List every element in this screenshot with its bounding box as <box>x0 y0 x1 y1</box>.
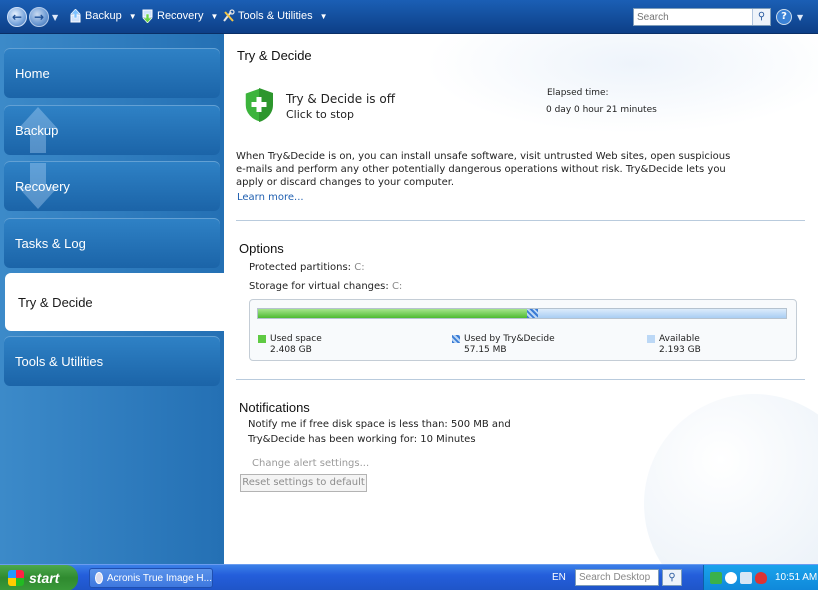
chevron-down-icon: ▼ <box>128 11 137 21</box>
start-label: start <box>29 570 60 586</box>
sidebar-item-backup[interactable]: Backup <box>4 105 220 155</box>
clock[interactable]: 10:51 AM <box>775 572 817 583</box>
search-input[interactable] <box>634 9 752 25</box>
taskbar: start Acronis True Image H... EN Search … <box>0 564 818 590</box>
top-toolbar: ← → ▼ Backup ▼ Recovery ▼ Tools & Utilit… <box>0 0 818 34</box>
notification-time-threshold: Try&Decide has been working for: 10 Minu… <box>248 434 476 445</box>
learn-more-link[interactable]: Learn more... <box>237 192 304 203</box>
chevron-down-icon: ▼ <box>210 11 219 21</box>
notification-disk-threshold: Notify me if free disk space is less tha… <box>248 419 511 430</box>
used-space-segment <box>258 309 527 318</box>
sidebar-item-label: Tasks & Log <box>15 235 86 251</box>
start-button[interactable]: start <box>0 565 78 590</box>
backup-icon <box>70 9 81 23</box>
elapsed-time-label: Elapsed time: <box>547 88 609 98</box>
chevron-down-icon: ▼ <box>319 11 328 21</box>
sidebar-item-tasks-log[interactable]: Tasks & Log <box>4 218 220 268</box>
disk-usage-bar <box>257 308 787 319</box>
forward-button[interactable]: → <box>29 7 49 27</box>
main-panel: Try & Decide Try & Decide is off Click t… <box>224 34 818 564</box>
windows-logo-icon <box>8 570 24 586</box>
legend-swatch <box>647 335 655 343</box>
taskbar-app-label: Acronis True Image H... <box>106 572 212 584</box>
search-icon[interactable]: ⚲ <box>752 9 770 25</box>
sidebar-item-home[interactable]: Home <box>4 48 220 98</box>
tray-app-icon[interactable] <box>710 572 722 584</box>
search-box: ⚲ <box>633 8 771 26</box>
back-button[interactable]: ← <box>7 7 27 27</box>
change-alert-settings-link[interactable]: Change alert settings... <box>252 458 369 469</box>
elapsed-time-value: 0 day 0 hour 21 minutes <box>546 105 657 115</box>
desktop-search-input[interactable]: Search Desktop <box>575 569 659 586</box>
sidebar-item-try-decide[interactable]: Try & Decide <box>5 273 224 331</box>
legend-swatch <box>452 335 460 343</box>
tray-display-icon[interactable] <box>740 572 752 584</box>
taskbar-app-button[interactable]: Acronis True Image H... <box>89 568 213 588</box>
sidebar-item-recovery[interactable]: Recovery <box>4 161 220 211</box>
legend-label: Used space <box>270 334 322 344</box>
shield-icon[interactable] <box>243 87 275 123</box>
recovery-menu[interactable]: Recovery ▼ <box>141 9 218 23</box>
backup-menu[interactable]: Backup ▼ <box>69 9 137 23</box>
tools-icon <box>223 9 235 22</box>
tools-menu[interactable]: Tools & Utilities ▼ <box>222 9 328 23</box>
help-icon[interactable]: ? <box>776 9 792 25</box>
protected-partitions-label: Protected partitions: <box>249 262 352 273</box>
sidebar-item-label: Recovery <box>15 178 70 194</box>
sidebar-item-label: Home <box>15 65 50 81</box>
protected-partitions-value[interactable]: C: <box>354 262 364 273</box>
storage-label: Storage for virtual changes: <box>249 281 389 292</box>
language-indicator[interactable]: EN <box>552 572 566 583</box>
try-decide-segment <box>527 309 538 318</box>
tray-security-shield-icon[interactable] <box>755 572 767 584</box>
tools-menu-label: Tools & Utilities <box>238 10 313 22</box>
acronis-app-icon <box>95 572 103 584</box>
background-decoration <box>424 34 818 134</box>
section-divider <box>236 220 805 221</box>
notifications-heading: Notifications <box>239 400 310 415</box>
legend-value: 2.193 GB <box>659 345 701 355</box>
storage-value[interactable]: C: <box>392 281 402 292</box>
legend-label: Used by Try&Decide <box>464 334 555 344</box>
storage-row: Storage for virtual changes: C: <box>249 281 402 292</box>
recovery-menu-label: Recovery <box>157 10 204 22</box>
tray-network-icon[interactable] <box>725 572 737 584</box>
description-text: When Try&Decide is on, you can install u… <box>236 151 731 188</box>
background-globe-decoration <box>644 394 818 564</box>
legend-swatch <box>258 335 266 343</box>
legend-value: 2.408 GB <box>270 345 312 355</box>
sidebar-item-tools-utilities[interactable]: Tools & Utilities <box>4 336 220 386</box>
search-icon[interactable]: ⚲ <box>662 569 682 586</box>
recovery-icon <box>142 9 153 23</box>
history-dropdown-icon[interactable]: ▼ <box>52 13 58 22</box>
options-heading: Options <box>239 241 284 256</box>
sidebar: Home Backup Recovery Tasks & Log Try & D… <box>0 34 224 564</box>
available-segment <box>538 309 786 318</box>
protected-partitions-row: Protected partitions: C: <box>249 262 365 273</box>
system-tray: 10:51 AM <box>703 565 818 590</box>
click-to-stop-link[interactable]: Click to stop <box>286 108 354 121</box>
sidebar-item-label: Tools & Utilities <box>15 353 104 369</box>
sidebar-item-label: Try & Decide <box>18 294 93 310</box>
backup-menu-label: Backup <box>85 10 122 22</box>
sidebar-item-label: Backup <box>15 122 59 138</box>
section-divider <box>236 379 805 380</box>
page-title: Try & Decide <box>237 48 312 63</box>
legend-value: 57.15 MB <box>464 345 507 355</box>
status-text: Try & Decide is off <box>286 92 395 106</box>
legend-label: Available <box>659 334 700 344</box>
chevron-down-icon[interactable]: ▼ <box>797 13 803 22</box>
reset-settings-button[interactable]: Reset settings to default <box>240 474 367 492</box>
disk-usage-panel: Used space 2.408 GB Used by Try&Decide 5… <box>249 299 797 361</box>
